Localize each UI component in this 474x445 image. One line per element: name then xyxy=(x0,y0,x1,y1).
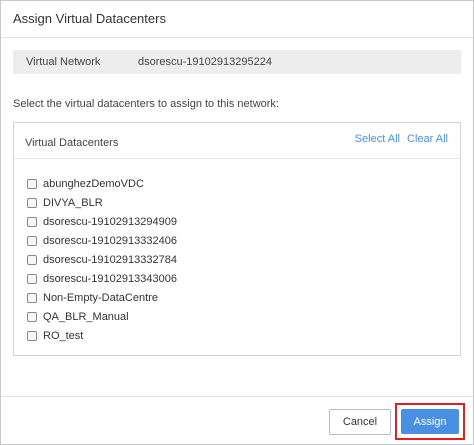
cancel-button[interactable]: Cancel xyxy=(329,409,391,435)
dialog-title: Assign Virtual Datacenters xyxy=(13,11,166,26)
datacenter-checkbox[interactable] xyxy=(27,311,37,322)
clear-all-link[interactable]: Clear All xyxy=(407,133,448,145)
datacenter-checkbox[interactable] xyxy=(27,235,37,246)
datacenter-label: QA_BLR_Manual xyxy=(43,310,129,323)
datacenter-label: dsorescu-19102913294909 xyxy=(43,215,177,228)
list-item[interactable]: dsorescu-19102913332406 xyxy=(27,231,177,250)
datacenter-label: abunghezDemoVDC xyxy=(43,177,144,190)
datacenter-checkbox[interactable] xyxy=(27,178,37,189)
list-item[interactable]: Non-Empty-DataCentre xyxy=(27,288,177,307)
datacenter-list-title: Virtual Datacenters xyxy=(25,137,119,149)
virtual-network-value: dsorescu-19102913295224 xyxy=(138,56,272,68)
datacenter-label: dsorescu-19102913332406 xyxy=(43,234,177,247)
datacenter-checkbox[interactable] xyxy=(27,330,37,341)
list-divider xyxy=(14,158,460,159)
virtual-network-label: Virtual Network xyxy=(26,56,101,68)
datacenter-checkbox[interactable] xyxy=(27,197,37,208)
assign-highlight-frame: Assign xyxy=(395,403,465,440)
datacenter-label: DIVYA_BLR xyxy=(43,196,103,209)
datacenter-list-panel: Virtual Datacenters Select All Clear All… xyxy=(13,122,461,356)
select-all-link[interactable]: Select All xyxy=(355,133,400,145)
datacenter-label: RO_test xyxy=(43,329,84,342)
list-item[interactable]: dsorescu-19102913343006 xyxy=(27,269,177,288)
list-item[interactable]: DIVYA_BLR xyxy=(27,193,177,212)
list-item[interactable]: QA_BLR_Manual xyxy=(27,307,177,326)
virtual-network-row: Virtual Network dsorescu-19102913295224 xyxy=(13,50,461,74)
instruction-text: Select the virtual datacenters to assign… xyxy=(13,98,279,110)
datacenter-label: dsorescu-19102913332784 xyxy=(43,253,177,266)
selection-links: Select All Clear All xyxy=(355,133,448,145)
datacenter-label: dsorescu-19102913343006 xyxy=(43,272,177,285)
list-item[interactable]: RO_test xyxy=(27,326,177,345)
dialog-footer: Cancel Assign xyxy=(1,396,473,444)
datacenter-items: abunghezDemoVDC DIVYA_BLR dsorescu-19102… xyxy=(27,174,177,345)
datacenter-label: Non-Empty-DataCentre xyxy=(43,291,158,304)
datacenter-checkbox[interactable] xyxy=(27,254,37,265)
datacenter-checkbox[interactable] xyxy=(27,273,37,284)
datacenter-checkbox[interactable] xyxy=(27,216,37,227)
assign-datacenters-dialog: Assign Virtual Datacenters Virtual Netwo… xyxy=(0,0,474,445)
assign-button[interactable]: Assign xyxy=(401,409,459,434)
dialog-header: Assign Virtual Datacenters xyxy=(1,1,473,38)
list-item[interactable]: dsorescu-19102913294909 xyxy=(27,212,177,231)
list-item[interactable]: abunghezDemoVDC xyxy=(27,174,177,193)
list-item[interactable]: dsorescu-19102913332784 xyxy=(27,250,177,269)
datacenter-checkbox[interactable] xyxy=(27,292,37,303)
